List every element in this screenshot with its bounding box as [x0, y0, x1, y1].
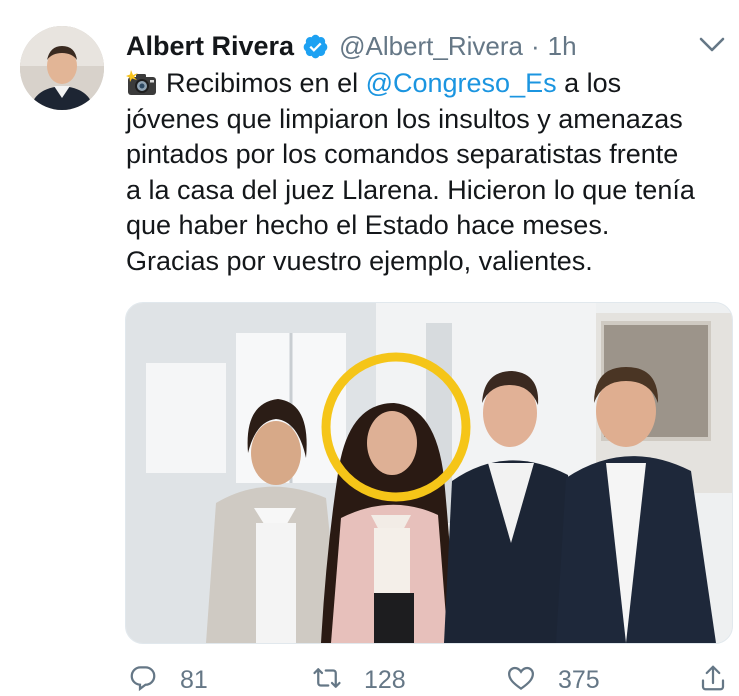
verified-badge-icon: [302, 33, 329, 60]
reply-button[interactable]: 81: [128, 660, 208, 696]
tweet-text-line: que haber hecho el Estado hace meses.: [126, 210, 610, 240]
tweet-text-line: Gracias por vuestro ejemplo, valientes.: [126, 245, 593, 276]
retweet-button[interactable]: 128: [312, 660, 406, 696]
tweet-text-line: a la casa del juez Llarena. Hicieron lo …: [126, 174, 695, 205]
share-button[interactable]: [698, 660, 728, 696]
retweet-count: 128: [364, 665, 406, 694]
heart-icon: [506, 663, 536, 696]
camera-flash-icon: [126, 70, 158, 96]
share-icon: [698, 663, 728, 696]
reply-icon: [128, 663, 158, 696]
mention-link[interactable]: @Congreso_Es: [366, 68, 557, 98]
retweet-icon: [312, 663, 342, 696]
tweet-text: Recibimos en el @Congreso_Es a los jóven…: [126, 66, 726, 279]
avatar[interactable]: [20, 26, 104, 110]
tweet-text-line: Recibimos en el @Congreso_Es a los: [126, 66, 726, 102]
reply-count: 81: [180, 665, 208, 694]
user-handle[interactable]: @Albert_Rivera: [339, 31, 523, 62]
tweet-text-line: jóvenes que limpiaron los insultos y ame…: [126, 103, 683, 134]
like-button[interactable]: 375: [506, 660, 600, 696]
timestamp[interactable]: 1h: [548, 31, 577, 62]
tweet-header: Albert Rivera @Albert_Rivera · 1h: [126, 28, 577, 64]
like-count: 375: [558, 665, 600, 694]
tweet-text-segment: a los: [556, 68, 622, 98]
tweet-text-segment: Recibimos en el: [166, 68, 366, 98]
chevron-down-icon[interactable]: [699, 36, 725, 54]
display-name[interactable]: Albert Rivera: [126, 31, 294, 62]
tweet-photo[interactable]: [125, 302, 733, 644]
tweet-text-line: pintados por los comandos separatistas f…: [126, 139, 679, 169]
photo-illustration: [126, 303, 732, 643]
separator-dot: ·: [530, 30, 540, 61]
tweet-card[interactable]: Albert Rivera @Albert_Rivera · 1h Recibi…: [0, 0, 739, 696]
tweet-actions: 81 128 375: [126, 660, 726, 696]
